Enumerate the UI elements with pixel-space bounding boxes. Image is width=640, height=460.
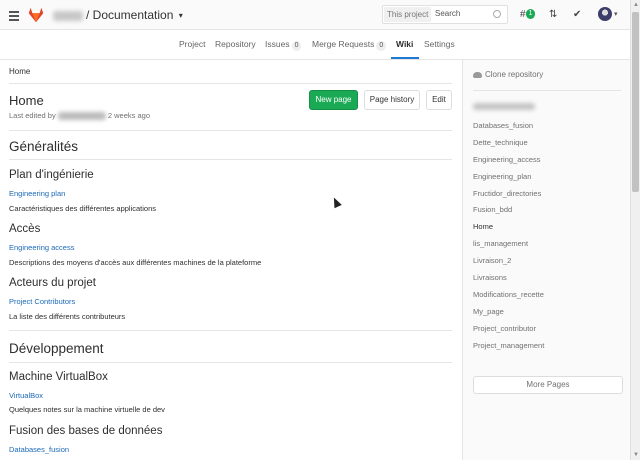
sidebar-item[interactable]: Modifications_recette <box>473 290 544 307</box>
gitlab-logo[interactable] <box>27 6 45 24</box>
acces-description: Descriptions des moyens d'accès aux diff… <box>9 258 262 267</box>
tab-settings[interactable]: Settings <box>424 39 455 49</box>
more-pages-button[interactable]: More Pages <box>473 376 623 394</box>
tab-merge-requests[interactable]: Merge Requests 0 <box>312 39 387 51</box>
sidebar-item[interactable]: Engineering_plan <box>473 172 544 189</box>
page-title: Home <box>9 93 44 108</box>
divider <box>9 330 452 331</box>
wiki-pages-list: Databases_fusion Dette_technique Enginee… <box>473 121 544 357</box>
wiki-main: Home Home Last edited by 2 weeks ago New… <box>0 60 462 460</box>
clone-repository-link[interactable]: Clone repository <box>473 70 543 79</box>
heading-virtualbox: Machine VirtualBox <box>9 371 108 383</box>
menu-icon[interactable] <box>9 11 19 21</box>
active-tab-indicator <box>391 57 419 59</box>
heading-plan: Plan d'ingénierie <box>9 169 94 181</box>
blurred-group-name <box>53 10 83 21</box>
link-engineering-access[interactable]: Engineering access <box>9 243 74 252</box>
page-history-button[interactable]: Page history <box>364 90 420 110</box>
mr-count-badge: 0 <box>376 41 387 51</box>
sidebar-item[interactable]: Project_contributor <box>473 324 544 341</box>
link-engineering-plan[interactable]: Engineering plan <box>9 189 65 198</box>
edit-button[interactable]: Edit <box>426 90 452 110</box>
top-navbar: / Documentation ▾ This project Search #1… <box>0 0 630 30</box>
search-placeholder: Search <box>435 9 461 18</box>
search-scope-label: This project <box>384 7 432 22</box>
sidebar-item[interactable]: Fructidor_directories <box>473 189 544 206</box>
merge-requests-icon[interactable]: ⇅ <box>549 9 557 20</box>
scroll-down-arrow-icon[interactable]: ▼ <box>633 452 639 458</box>
breadcrumb: Home <box>9 67 31 76</box>
acteurs-description: La liste des différents contributeurs <box>9 312 126 321</box>
plan-description: Caractéristiques des différentes applica… <box>9 204 157 213</box>
project-nav-tabs: Project Repository Issues 0 Merge Request… <box>0 30 630 60</box>
sidebar-item[interactable]: Livraison_2 <box>473 256 544 273</box>
section-heading-generalites: Généralités <box>9 139 79 154</box>
section-heading-developpement: Développement <box>9 341 104 356</box>
blurred-page-link[interactable] <box>473 103 535 110</box>
last-edited-info: Last edited by 2 weeks ago <box>9 111 151 121</box>
new-page-button[interactable]: New page <box>309 90 358 110</box>
chevron-down-icon[interactable]: ▾ <box>614 10 618 18</box>
divider <box>9 159 452 160</box>
wiki-sidebar: Clone repository Databases_fusion Dette_… <box>462 60 630 460</box>
link-databases-fusion[interactable]: Databases_fusion <box>9 445 69 454</box>
tab-project[interactable]: Project <box>179 39 205 49</box>
sidebar-item-current[interactable]: Home <box>473 222 544 239</box>
divider <box>9 362 452 363</box>
heading-acteurs: Acteurs du projet <box>9 277 96 289</box>
divider <box>9 83 452 84</box>
search-icon <box>493 10 501 18</box>
sidebar-item[interactable]: lis_management <box>473 239 544 256</box>
search-input[interactable]: This project Search <box>382 5 508 24</box>
heading-fusion: Fusion des bases de données <box>9 425 163 437</box>
project-breadcrumb[interactable]: / Documentation ▾ <box>53 8 183 22</box>
link-project-contributors[interactable]: Project Contributors <box>9 297 75 306</box>
issues-count-badge: 0 <box>291 41 302 51</box>
tab-issues[interactable]: Issues 0 <box>265 39 302 51</box>
sidebar-item[interactable]: Project_management <box>473 341 544 358</box>
sidebar-item[interactable]: Fusion_bdd <box>473 205 544 222</box>
virtualbox-description: Quelques notes sur la machine virtuelle … <box>9 405 165 414</box>
sidebar-item[interactable]: Databases_fusion <box>473 121 544 138</box>
page-scrollbar[interactable]: ▲ ▼ <box>630 0 640 460</box>
sidebar-item[interactable]: Livraisons <box>473 273 544 290</box>
sidebar-item[interactable]: Engineering_access <box>473 155 544 172</box>
issues-icon[interactable]: #1 <box>520 9 536 20</box>
todos-check-icon[interactable]: ✔ <box>573 9 581 20</box>
link-virtualbox[interactable]: VirtualBox <box>9 391 43 400</box>
avatar[interactable] <box>598 7 612 21</box>
scroll-up-arrow-icon[interactable]: ▲ <box>633 2 639 8</box>
sidebar-item[interactable]: My_page <box>473 307 544 324</box>
tab-repository[interactable]: Repository <box>215 39 256 49</box>
chevron-down-icon: ▾ <box>178 11 183 21</box>
tab-wiki[interactable]: Wiki <box>396 39 413 49</box>
cloud-icon <box>473 71 482 78</box>
heading-acces: Accès <box>9 223 41 235</box>
sidebar-item[interactable]: Dette_technique <box>473 138 544 155</box>
todo-count-badge: 1 <box>525 9 536 19</box>
divider <box>473 90 621 91</box>
scrollbar-thumb[interactable] <box>632 12 639 192</box>
divider <box>9 130 452 131</box>
blurred-author-name <box>57 112 106 121</box>
